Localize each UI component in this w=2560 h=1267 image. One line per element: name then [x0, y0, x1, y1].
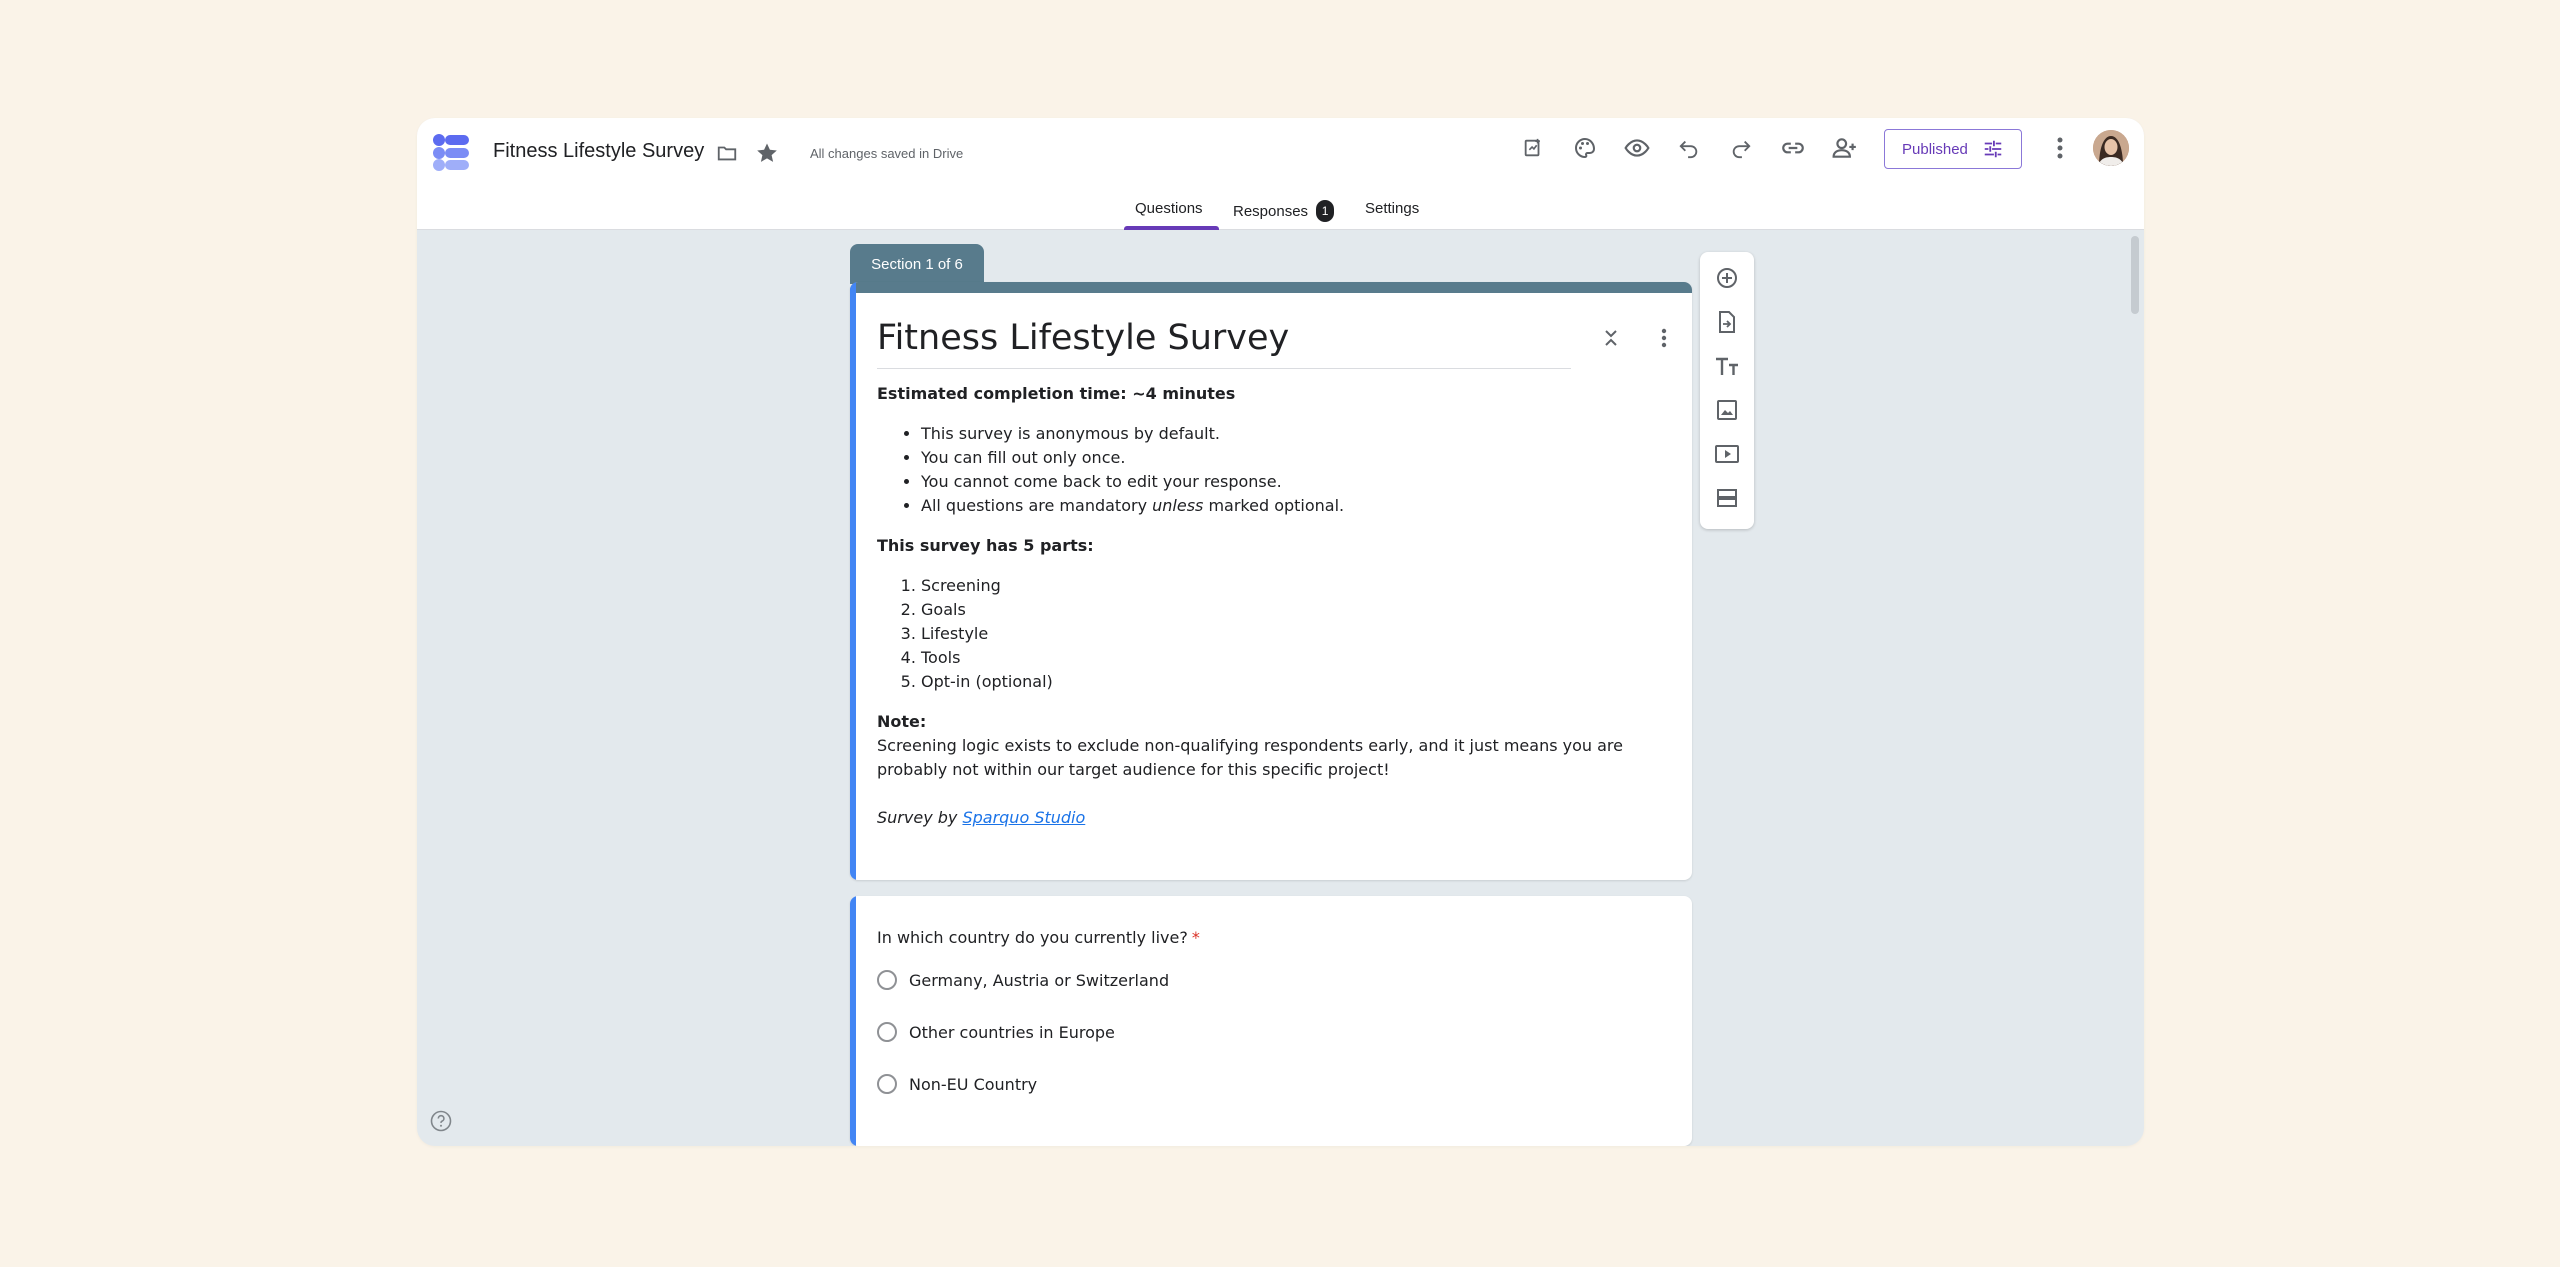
list-item: Goals: [921, 598, 1667, 622]
add-video-icon[interactable]: [1713, 440, 1741, 468]
add-section-icon[interactable]: [1713, 484, 1741, 512]
floating-toolbar: [1700, 252, 1754, 529]
folder-icon[interactable]: [714, 140, 740, 166]
form-header-card[interactable]: Fitness Lifestyle Survey Estimated compl…: [850, 282, 1692, 880]
form-title[interactable]: Fitness Lifestyle Survey: [877, 318, 1289, 358]
form-description[interactable]: Estimated completion time: ~4 minutes Th…: [877, 382, 1667, 830]
avatar[interactable]: [2093, 130, 2129, 166]
active-tab-indicator: [1124, 226, 1219, 230]
top-bar: Fitness Lifestyle Survey All changes sav…: [417, 118, 2144, 230]
rules-list: This survey is anonymous by default. You…: [877, 422, 1667, 518]
tab-questions[interactable]: Questions: [1135, 200, 1203, 217]
list-item: This survey is anonymous by default.: [921, 422, 1667, 446]
tab-responses-label: Responses: [1233, 203, 1309, 220]
radio-option[interactable]: Non-EU Country: [877, 1074, 1037, 1094]
section-more-icon[interactable]: [1650, 324, 1678, 352]
active-card-indicator: [850, 282, 856, 880]
list-item: Lifestyle: [921, 622, 1667, 646]
add-image-icon[interactable]: [1713, 396, 1741, 424]
title-underline: [877, 368, 1571, 369]
addon-icon[interactable]: [1519, 134, 1547, 162]
required-mark: *: [1191, 928, 1200, 947]
published-button[interactable]: Published: [1884, 129, 2022, 169]
published-label: Published: [1902, 140, 1968, 158]
preview-icon[interactable]: [1623, 134, 1651, 162]
list-item: You cannot come back to edit your respon…: [921, 470, 1667, 494]
save-status: All changes saved in Drive: [810, 146, 964, 161]
background: Fitness Lifestyle Survey All changes sav…: [0, 0, 2560, 1267]
credit-link[interactable]: Sparquo Studio: [962, 808, 1085, 827]
tab-settings[interactable]: Settings: [1365, 200, 1419, 217]
parts-list: Screening Goals Lifestyle Tools Opt-in (…: [877, 574, 1667, 694]
document-title[interactable]: Fitness Lifestyle Survey: [493, 140, 704, 163]
list-item: Screening: [921, 574, 1667, 598]
collapse-section-icon[interactable]: [1597, 324, 1625, 352]
import-questions-icon[interactable]: [1713, 308, 1741, 336]
radio-option[interactable]: Other countries in Europe: [877, 1022, 1115, 1042]
header-color-strip: [850, 282, 1692, 293]
estimated-time: Estimated completion time: ~4 minutes: [877, 384, 1236, 403]
add-title-icon[interactable]: [1713, 352, 1741, 380]
option-label: Other countries in Europe: [909, 1022, 1115, 1042]
link-icon[interactable]: [1779, 134, 1807, 162]
list-item: Tools: [921, 646, 1667, 670]
scrollbar-thumb[interactable]: [2131, 236, 2139, 314]
forms-window: Fitness Lifestyle Survey All changes sav…: [417, 118, 2144, 1146]
add-collaborator-icon[interactable]: [1831, 134, 1859, 162]
undo-icon[interactable]: [1675, 134, 1703, 162]
question-title: In which country do you currently live? *: [877, 928, 1200, 947]
radio-button[interactable]: [877, 970, 897, 990]
more-icon[interactable]: [2046, 134, 2074, 162]
option-label: Non-EU Country: [909, 1074, 1038, 1094]
option-label: Germany, Austria or Switzerland: [909, 970, 1170, 990]
palette-icon[interactable]: [1571, 134, 1599, 162]
settings-tune-icon: [1984, 140, 2002, 158]
note-heading: Note:: [877, 712, 927, 731]
list-item: Opt-in (optional): [921, 670, 1667, 694]
list-item: You can fill out only once.: [921, 446, 1667, 470]
survey-credit: Survey by Sparquo Studio: [877, 808, 1086, 827]
radio-option[interactable]: Germany, Austria or Switzerland: [877, 970, 1169, 990]
star-icon[interactable]: [754, 140, 780, 166]
question-card[interactable]: In which country do you currently live? *…: [850, 896, 1692, 1146]
radio-button[interactable]: [877, 1074, 897, 1094]
forms-logo-icon[interactable]: [432, 131, 472, 171]
radio-button[interactable]: [877, 1022, 897, 1042]
form-tabs: Questions Responses 1 Settings: [417, 192, 2144, 230]
responses-count-badge: 1: [1316, 200, 1335, 222]
parts-heading: This survey has 5 parts:: [877, 536, 1094, 555]
list-item: All questions are mandatory unless marke…: [921, 494, 1667, 518]
redo-icon[interactable]: [1727, 134, 1755, 162]
card-indicator: [850, 896, 856, 1146]
add-question-icon[interactable]: [1713, 264, 1741, 292]
note-text: Screening logic exists to exclude non-qu…: [877, 736, 1623, 779]
section-label: Section 1 of 6: [850, 244, 984, 284]
tab-responses[interactable]: Responses 1: [1233, 200, 1335, 222]
help-icon[interactable]: [430, 1110, 452, 1132]
